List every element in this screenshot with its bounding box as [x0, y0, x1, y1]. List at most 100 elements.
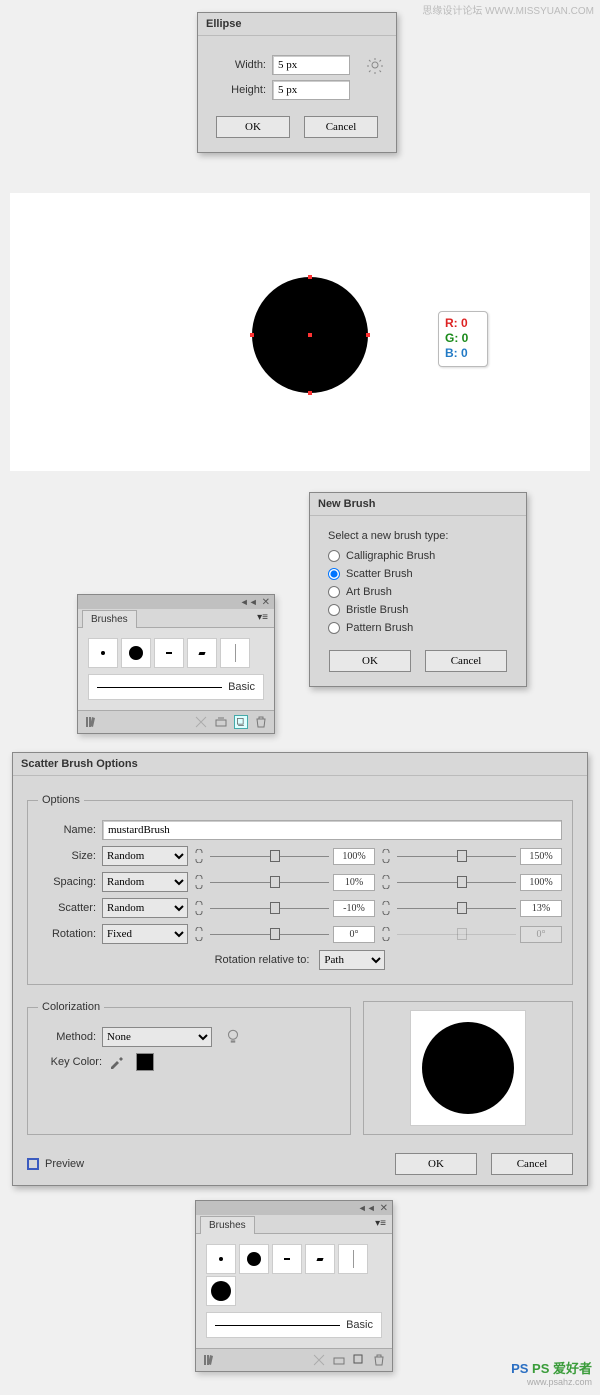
brush-swatch-4[interactable] [187, 638, 217, 668]
rgb-r: R: 0 [445, 316, 481, 331]
value-1[interactable]: 0° [333, 926, 375, 943]
brush-swatch-1[interactable] [206, 1244, 236, 1274]
dialog-title: Ellipse [198, 13, 396, 36]
link-icon[interactable] [192, 849, 206, 863]
radio-pattern[interactable]: Pattern Brush [328, 622, 508, 634]
brush-swatch-6[interactable] [206, 1276, 236, 1306]
slider-1[interactable] [210, 900, 329, 916]
mode-select[interactable]: Random [102, 898, 188, 918]
mode-select[interactable]: Fixed [102, 924, 188, 944]
link-icon[interactable] [379, 927, 393, 941]
width-input[interactable] [272, 55, 350, 75]
trash-icon[interactable] [372, 1353, 386, 1367]
radio-scatter[interactable]: Scatter Brush [328, 568, 508, 580]
panel-menu-icon[interactable]: ▾≡ [369, 1215, 392, 1232]
slider-1[interactable] [210, 926, 329, 942]
value-2[interactable]: 100% [520, 874, 562, 891]
panel-menu-icon[interactable]: ▾≡ [251, 609, 274, 626]
keycolor-swatch[interactable] [136, 1053, 154, 1071]
value-2[interactable]: 150% [520, 848, 562, 865]
handle-center[interactable] [308, 333, 312, 337]
radio-calligraphic[interactable]: Calligraphic Brush [328, 550, 508, 562]
mode-select[interactable]: Random [102, 872, 188, 892]
eyedropper-icon[interactable] [108, 1054, 124, 1070]
cancel-button[interactable]: Cancel [491, 1153, 573, 1175]
row-label: Scatter: [38, 902, 96, 914]
ok-button[interactable]: OK [395, 1153, 477, 1175]
link-icon[interactable] [192, 875, 206, 889]
mode-select[interactable]: Random [102, 846, 188, 866]
handle-bottom[interactable] [308, 391, 312, 395]
link-icon[interactable] [379, 901, 393, 915]
cancel-button[interactable]: Cancel [304, 116, 378, 138]
link-icon[interactable] [192, 901, 206, 915]
options-icon[interactable] [332, 1353, 346, 1367]
basic-brush[interactable]: Basic [206, 1312, 382, 1338]
name-label: Name: [38, 824, 96, 836]
new-brush-icon[interactable] [234, 715, 248, 729]
brushes-tab[interactable]: Brushes [200, 1216, 255, 1234]
close-icon[interactable]: ✕ [262, 597, 270, 608]
height-input[interactable] [272, 80, 350, 100]
rotation-relative-select[interactable]: Path [319, 950, 385, 970]
library-icon[interactable] [202, 1353, 216, 1367]
tip-icon[interactable] [224, 1028, 242, 1046]
scissors-icon[interactable] [194, 715, 208, 729]
slider-1[interactable] [210, 874, 329, 890]
opt-label: Pattern Brush [346, 622, 413, 634]
new-brush-icon[interactable] [352, 1353, 366, 1367]
preview-fieldset [363, 1001, 573, 1135]
slider-2[interactable] [397, 900, 516, 916]
link-icon[interactable] [379, 849, 393, 863]
value-2: 0° [520, 926, 562, 943]
opt-label: Calligraphic Brush [346, 550, 435, 562]
brush-swatch-2[interactable] [121, 638, 151, 668]
value-1[interactable]: -10% [333, 900, 375, 917]
link-icon[interactable] [192, 927, 206, 941]
collapse-icon[interactable]: ◄◄ [358, 1203, 376, 1213]
slider-2[interactable] [397, 874, 516, 890]
ok-button[interactable]: OK [216, 116, 290, 138]
brush-swatch-3[interactable] [154, 638, 184, 668]
handle-left[interactable] [250, 333, 254, 337]
panel-title-row: Brushes ▾≡ [78, 609, 274, 628]
handle-right[interactable] [366, 333, 370, 337]
brushes-tab[interactable]: Brushes [82, 610, 137, 628]
method-label: Method: [38, 1031, 96, 1043]
name-input[interactable] [102, 820, 562, 840]
rotation-relative-label: Rotation relative to: [215, 954, 310, 966]
library-icon[interactable] [84, 715, 98, 729]
width-label: Width: [216, 59, 266, 71]
ellipse-dialog: Ellipse Width: Height: OK Cancel [197, 12, 397, 153]
trash-icon[interactable] [254, 715, 268, 729]
collapse-icon[interactable]: ◄◄ [240, 597, 258, 607]
brush-swatch-1[interactable] [88, 638, 118, 668]
brush-swatch-3[interactable] [272, 1244, 302, 1274]
watermark-bottom: PS PS 爱好者 www.psahz.com [511, 1358, 592, 1387]
options-fieldset: Options Name: Size: Random 100% 150% Spa… [27, 794, 573, 985]
brush-swatch-4[interactable] [305, 1244, 335, 1274]
preview-checkbox[interactable]: Preview [27, 1158, 84, 1170]
cancel-button[interactable]: Cancel [425, 650, 507, 672]
value-1[interactable]: 10% [333, 874, 375, 891]
height-label: Height: [216, 84, 266, 96]
radio-art[interactable]: Art Brush [328, 586, 508, 598]
brush-swatch-5[interactable] [220, 638, 250, 668]
scissors-icon[interactable] [312, 1353, 326, 1367]
ok-button[interactable]: OK [329, 650, 411, 672]
basic-brush[interactable]: Basic [88, 674, 264, 700]
slider-1[interactable] [210, 848, 329, 864]
value-1[interactable]: 100% [333, 848, 375, 865]
slider-2[interactable] [397, 848, 516, 864]
link-icon[interactable] [379, 875, 393, 889]
close-icon[interactable]: ✕ [380, 1203, 388, 1214]
handle-top[interactable] [308, 275, 312, 279]
options-icon[interactable] [214, 715, 228, 729]
dialog-title: Scatter Brush Options [13, 753, 587, 776]
value-2[interactable]: 13% [520, 900, 562, 917]
method-select[interactable]: None [102, 1027, 212, 1047]
radio-bristle[interactable]: Bristle Brush [328, 604, 508, 616]
brush-swatch-5[interactable] [338, 1244, 368, 1274]
brush-swatch-2[interactable] [239, 1244, 269, 1274]
row-label: Size: [38, 850, 96, 862]
